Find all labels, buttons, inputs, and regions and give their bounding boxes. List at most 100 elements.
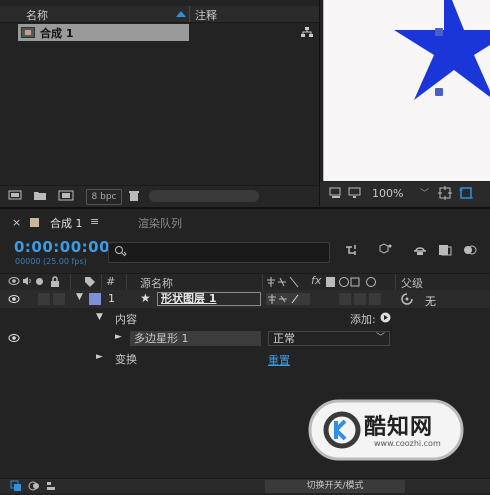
- parent-select[interactable]: 无: [425, 293, 436, 309]
- polystar-visibility-eye-icon[interactable]: [8, 333, 20, 346]
- expand-triangle-icon[interactable]: ▼: [96, 312, 103, 322]
- star-polygon[interactable]: [394, 0, 490, 100]
- expand-triangle-icon[interactable]: ▼: [76, 292, 83, 302]
- draft-3d-icon[interactable]: [376, 243, 394, 259]
- contents-group-row[interactable]: ▼ 内容 添加:: [0, 309, 490, 327]
- lock-icon[interactable]: [50, 276, 60, 290]
- watermark-site-url: www.coozhi.com: [374, 439, 441, 448]
- zoom-level-select[interactable]: 100%: [372, 187, 403, 200]
- add-label[interactable]: 添加:: [350, 311, 376, 327]
- bounding-handle[interactable]: [435, 88, 443, 96]
- always-preview-icon[interactable]: [329, 187, 342, 202]
- eye-icon[interactable]: [8, 276, 20, 289]
- motion-blur-icon[interactable]: [461, 243, 479, 259]
- region-of-interest-icon[interactable]: [438, 186, 452, 203]
- column-comment-header[interactable]: 注释: [195, 7, 217, 23]
- new-composition-icon[interactable]: [58, 190, 74, 201]
- toggle-switches-modes-button[interactable]: 切换开关/模式: [265, 480, 405, 493]
- watermark-logo: 酷知网 www.coozhi.com: [306, 395, 466, 465]
- sort-ascending-icon[interactable]: [176, 11, 186, 17]
- interpret-footage-icon[interactable]: [8, 190, 22, 201]
- column-divider[interactable]: [262, 274, 263, 290]
- frame-blending-icon[interactable]: [436, 243, 454, 259]
- column-divider[interactable]: [189, 6, 190, 22]
- bounding-handle[interactable]: [435, 28, 443, 36]
- project-panel: 名称 注释 合成 1 8 bpc: [0, 0, 319, 207]
- blend-mode-select[interactable]: 正常 ﹀: [268, 331, 390, 346]
- reset-link[interactable]: 重置: [268, 352, 290, 368]
- chevron-down-icon: ﹀: [375, 333, 385, 343]
- effects-header[interactable]: fx: [311, 274, 321, 287]
- column-divider[interactable]: [101, 274, 102, 290]
- watermark-site-name: 酷知网: [364, 415, 434, 440]
- layer-switches-toggle-icon[interactable]: [10, 480, 22, 495]
- transfer-controls-icon[interactable]: [28, 480, 40, 495]
- comp-flowchart-icon[interactable]: [344, 243, 362, 259]
- flowchart-icon[interactable]: [301, 27, 313, 41]
- display-monitor-icon[interactable]: [348, 187, 361, 202]
- transform-group-row[interactable]: ► 变换 重置: [0, 349, 490, 367]
- project-item-composition[interactable]: 合成 1: [18, 24, 189, 41]
- composition-viewer: 100% ﹀: [319, 0, 490, 206]
- pick-whip-icon[interactable]: [401, 293, 413, 308]
- label-tag-icon[interactable]: [84, 276, 96, 290]
- collapse-triangle-icon[interactable]: ►: [115, 332, 122, 342]
- layer-column-header: # 源名称 fx 父级: [0, 273, 490, 291]
- lock-toggle[interactable]: [53, 293, 65, 305]
- contents-label: 内容: [115, 313, 137, 326]
- tab-close-button[interactable]: ×: [12, 216, 21, 229]
- layer-name-field[interactable]: 形状图层 1: [157, 292, 261, 306]
- in-out-duration-icon[interactable]: [45, 480, 57, 495]
- switches-header-icons-2[interactable]: [325, 276, 381, 291]
- layer-number: 1: [108, 292, 115, 305]
- audio-icon[interactable]: [22, 276, 32, 289]
- polystar-row[interactable]: ► 多边星形 1 正常 ﹀: [0, 329, 490, 347]
- collapse-triangle-icon[interactable]: ►: [96, 352, 103, 362]
- solo-toggle[interactable]: [38, 293, 50, 305]
- transform-label: 变换: [115, 353, 137, 366]
- project-column-header: 名称 注释: [0, 6, 319, 23]
- layer-search-input[interactable]: [108, 242, 330, 263]
- shape-layer-star-icon: ★: [140, 291, 151, 305]
- switch-cell[interactable]: [354, 293, 366, 305]
- polystar-name-field[interactable]: 多边星形 1: [130, 331, 261, 346]
- switches-header-icons[interactable]: [266, 276, 310, 291]
- trash-icon[interactable]: [128, 190, 141, 201]
- bit-depth-button[interactable]: 8 bpc: [86, 189, 122, 205]
- add-menu-play-icon[interactable]: [380, 312, 391, 326]
- tab-menu-icon[interactable]: ≡: [90, 215, 99, 228]
- viewer-canvas[interactable]: [323, 0, 490, 181]
- timeline-bottom-bar: 切换开关/模式: [0, 478, 490, 493]
- tab-render-queue[interactable]: 渲染队列: [138, 215, 182, 231]
- current-time-display[interactable]: 0:00:00:00: [14, 238, 110, 256]
- frame-rate-display: 00000 (25.00 fps): [15, 257, 87, 266]
- blend-mode-value: 正常: [273, 332, 295, 345]
- composition-color-swatch: [30, 218, 39, 227]
- column-name-header[interactable]: 名称: [26, 7, 48, 23]
- shy-layers-icon[interactable]: [411, 243, 429, 259]
- star-shape[interactable]: [324, 0, 490, 181]
- layer-number-header[interactable]: #: [106, 275, 115, 288]
- layer-visibility-eye-icon[interactable]: [8, 294, 20, 307]
- parent-header[interactable]: 父级: [401, 275, 423, 291]
- project-footer-toolbar: 8 bpc: [0, 185, 319, 207]
- switch-cell[interactable]: [339, 293, 351, 305]
- layer-row[interactable]: ▼ 1 ★ 形状图层 1 无: [0, 290, 490, 308]
- column-divider[interactable]: [126, 274, 127, 290]
- source-name-header[interactable]: 源名称: [140, 275, 173, 291]
- chevron-down-icon[interactable]: ﹀: [420, 186, 429, 199]
- project-item-label: 合成 1: [40, 27, 74, 40]
- layer-switches[interactable]: [266, 293, 310, 305]
- new-folder-icon[interactable]: [33, 190, 46, 201]
- search-icon: [114, 245, 128, 260]
- switch-cell[interactable]: [369, 293, 381, 305]
- solo-icon[interactable]: [36, 278, 43, 285]
- tab-composition[interactable]: 合成 1: [50, 215, 83, 231]
- composition-icon: [21, 27, 35, 38]
- column-divider[interactable]: [395, 274, 396, 290]
- toggle-transparency-grid-icon[interactable]: [459, 186, 473, 203]
- column-divider[interactable]: [70, 274, 71, 290]
- viewer-toolbar: 100% ﹀: [320, 182, 490, 206]
- project-horizontal-scrollbar[interactable]: [149, 190, 259, 202]
- layer-label-color[interactable]: [89, 293, 101, 305]
